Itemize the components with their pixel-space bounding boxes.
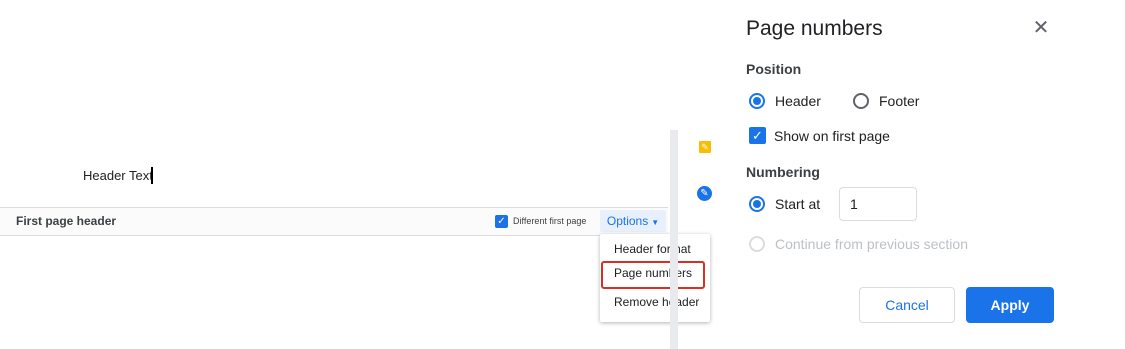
close-icon[interactable]: ✕ [1030, 17, 1052, 39]
cancel-button[interactable]: Cancel [859, 287, 955, 323]
options-label: Options [606, 214, 649, 228]
footer-radio[interactable] [853, 93, 869, 109]
continue-from-previous-label: Continue from previous section [775, 236, 968, 252]
menu-item-header-format[interactable]: Header format [600, 238, 710, 260]
page-numbers-dialog: Page numbers ✕ Position Header Footer ✓ … [720, 0, 1125, 349]
position-section-label: Position [746, 61, 802, 77]
show-on-first-page-label[interactable]: Show on first page [774, 128, 890, 144]
text-cursor [151, 167, 153, 184]
caret-down-icon: ▼ [651, 218, 660, 227]
header-bar: First page header ✓ Different first page… [0, 207, 668, 236]
header-radio-label[interactable]: Header [775, 93, 821, 109]
header-text[interactable]: Header Text [83, 168, 153, 183]
start-at-label[interactable]: Start at [775, 196, 820, 212]
dialog-title: Page numbers [746, 17, 883, 40]
show-on-first-page-checkbox[interactable]: ✓ [749, 127, 766, 144]
continue-radio [749, 236, 765, 252]
scrollbar-track[interactable] [670, 130, 678, 349]
different-first-page-checkbox[interactable]: ✓ [495, 215, 508, 228]
apply-button[interactable]: Apply [966, 287, 1054, 323]
different-first-page-label[interactable]: Different first page [513, 216, 586, 226]
menu-item-remove-header[interactable]: Remove header [600, 291, 710, 313]
edit-pencil-icon[interactable]: ✎ [697, 186, 712, 201]
highlight-annotation-box [601, 261, 705, 289]
numbering-section-label: Numbering [746, 164, 820, 180]
start-at-radio[interactable] [749, 196, 765, 212]
note-icon[interactable]: ✎ [699, 141, 711, 153]
header-radio[interactable] [749, 93, 765, 109]
first-page-header-label: First page header [16, 214, 117, 228]
options-button[interactable]: Options ▼ [600, 210, 666, 232]
footer-radio-label[interactable]: Footer [879, 93, 919, 109]
start-at-input[interactable] [839, 187, 917, 221]
document-area: Header Text First page header ✓ Differen… [0, 0, 710, 349]
